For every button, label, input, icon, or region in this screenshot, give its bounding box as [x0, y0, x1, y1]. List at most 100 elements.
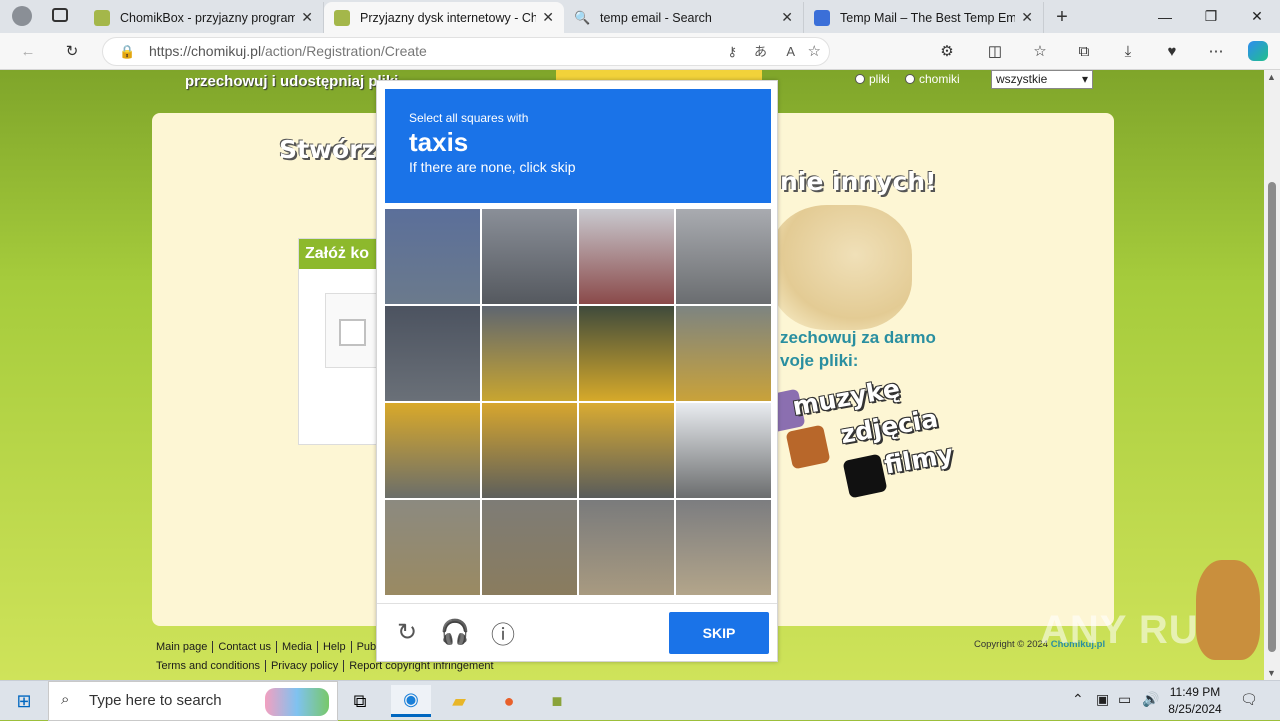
clock-time: 11:49 PM [1169, 685, 1221, 699]
search-favicon-icon: 🔍 [574, 9, 591, 25]
edge-taskbar-icon[interactable]: ◉ [391, 685, 431, 717]
close-tab-icon[interactable]: ✕ [1021, 9, 1033, 26]
close-tab-icon[interactable]: ✕ [781, 9, 793, 26]
close-tab-icon[interactable]: ✕ [301, 9, 313, 26]
headline-right: nie innych! [780, 167, 937, 196]
captcha-tile[interactable] [579, 500, 674, 595]
url-host: https://chomikuj.pl [149, 43, 262, 59]
browser-tab-bar: ChomikBox - przyjazny program ✕ Przyjazn… [0, 0, 1280, 33]
footer-link-contact[interactable]: Contact us [218, 641, 277, 653]
tray-device-icon[interactable]: ▣ [1096, 691, 1109, 708]
film-icon [842, 453, 888, 499]
tab-chomikbox[interactable]: ChomikBox - przyjazny program ✕ [84, 2, 324, 33]
copilot-icon[interactable] [1248, 41, 1268, 61]
audio-challenge-icon[interactable]: 🎧 [440, 618, 470, 646]
footer-link-main[interactable]: Main page [156, 641, 214, 653]
downloads-icon[interactable]: ⤓ [1118, 41, 1138, 61]
maximize-button[interactable]: ❐ [1188, 0, 1234, 33]
refresh-icon[interactable]: ↻ [62, 41, 82, 61]
search-scope-select[interactable]: wszystkie ▾ [991, 70, 1093, 89]
system-clock[interactable]: 11:49 PM 8/25/2024 [1160, 684, 1230, 718]
key-icon[interactable]: ⚷ [727, 38, 737, 65]
firefox-icon[interactable]: ● [489, 685, 529, 717]
performance-icon[interactable]: ♥ [1162, 41, 1182, 61]
info-icon[interactable]: ⓘ [489, 618, 517, 649]
windows-taskbar: ⊞ ⌕ Type here to search ⧉ ◉ ▰ ● ■ ⌃ ▣ ▭ … [0, 680, 1280, 721]
profile-icon[interactable] [12, 6, 32, 26]
promo-line-2: voje pliki: [780, 351, 859, 370]
tray-chevron-up-icon[interactable]: ⌃ [1072, 691, 1084, 708]
chevron-down-icon: ▾ [1081, 72, 1088, 86]
photos-icon [785, 424, 831, 470]
minimize-button[interactable]: — [1142, 0, 1188, 33]
captcha-tile[interactable] [482, 209, 577, 304]
tab-actions-icon[interactable] [52, 8, 68, 22]
headline-left: Stwórz [279, 135, 377, 164]
favorite-star-icon[interactable]: ☆ [808, 38, 821, 65]
captcha-instruction: Select all squares with [409, 111, 529, 125]
footer-link-privacy[interactable]: Privacy policy [270, 660, 345, 672]
chomik-favicon-icon [334, 9, 350, 26]
footer-links-row-1: Main page Contact us Media Help Publ [156, 641, 389, 653]
scroll-down-icon[interactable]: ▼ [1267, 668, 1276, 678]
footer-link-help[interactable]: Help [322, 641, 352, 653]
register-header: Załóż ko [299, 239, 387, 269]
split-screen-icon[interactable]: ◫ [985, 41, 1005, 61]
scrollbar-thumb[interactable] [1268, 182, 1276, 652]
captcha-tile[interactable] [482, 500, 577, 595]
notifications-icon[interactable]: 🗨 [1240, 691, 1258, 708]
tab-chomikuj-active[interactable]: Przyjazny dysk internetowy - Cho ✕ [324, 2, 564, 33]
hamster-corner-image [1196, 560, 1260, 660]
recaptcha-checkbox[interactable] [339, 319, 366, 346]
windows-start-icon[interactable]: ⊞ [4, 685, 44, 717]
file-explorer-icon[interactable]: ▰ [439, 685, 479, 717]
volume-icon[interactable]: 🔊 [1142, 691, 1159, 708]
captcha-tile[interactable] [676, 403, 771, 498]
search-icon: ⌕ [61, 691, 70, 708]
captcha-target: taxis [409, 127, 469, 157]
extensions-icon[interactable]: ⚙ [937, 41, 957, 61]
captcha-tile[interactable] [482, 306, 577, 401]
close-tab-icon[interactable]: ✕ [542, 9, 554, 26]
url-field[interactable]: 🔒 https://chomikuj.pl/action/Registratio… [102, 37, 830, 66]
chomik-favicon-icon [94, 9, 110, 26]
captcha-tile[interactable] [579, 209, 674, 304]
collections-icon[interactable]: ⧉ [1074, 41, 1094, 61]
refresh-challenge-icon[interactable]: ↻ [393, 618, 421, 646]
captcha-tile[interactable] [385, 403, 480, 498]
site-tagline: przechowuj i udostępniaj pliki [185, 73, 399, 90]
back-icon[interactable]: ← [18, 41, 38, 61]
hamster-mascot-image [770, 205, 912, 330]
favorites-icon[interactable]: ☆ [1030, 41, 1050, 61]
captcha-tile[interactable] [676, 209, 771, 304]
footer-link-terms[interactable]: Terms and conditions [156, 660, 266, 672]
captcha-tile[interactable] [676, 500, 771, 595]
close-window-button[interactable]: ✕ [1234, 0, 1280, 33]
search-highlight-icon [265, 688, 329, 716]
chomikbox-taskbar-icon[interactable]: ■ [537, 685, 577, 717]
captcha-tile[interactable] [676, 306, 771, 401]
task-view-icon[interactable]: ⧉ [340, 685, 380, 717]
tab-temp-mail[interactable]: Temp Mail – The Best Temp Email ✕ [804, 2, 1044, 33]
skip-button[interactable]: SKIP [669, 612, 769, 654]
captcha-tile[interactable] [579, 306, 674, 401]
more-menu-icon[interactable]: ⋯ [1206, 41, 1226, 61]
tab-temp-email-search[interactable]: 🔍 temp email - Search ✕ [564, 2, 804, 33]
captcha-tile[interactable] [482, 403, 577, 498]
radio-users[interactable]: chomiki [905, 72, 960, 86]
new-tab-button[interactable]: + [1044, 2, 1080, 33]
captcha-tile[interactable] [579, 403, 674, 498]
captcha-tile[interactable] [385, 500, 480, 595]
radio-files[interactable]: pliki [855, 72, 890, 86]
read-aloud-icon[interactable]: A [786, 38, 795, 65]
translate-icon[interactable]: あ [754, 38, 767, 65]
network-icon[interactable]: ▭ [1118, 691, 1131, 708]
captcha-hint: If there are none, click skip [409, 159, 576, 175]
captcha-tile[interactable] [385, 209, 480, 304]
taskbar-search-input[interactable]: ⌕ Type here to search [48, 681, 338, 721]
lock-icon: 🔒 [119, 44, 136, 59]
scroll-up-icon[interactable]: ▲ [1267, 72, 1276, 82]
captcha-tile[interactable] [385, 306, 480, 401]
footer-link-media[interactable]: Media [281, 641, 318, 653]
page-scrollbar[interactable]: ▲ ▼ [1264, 70, 1280, 680]
